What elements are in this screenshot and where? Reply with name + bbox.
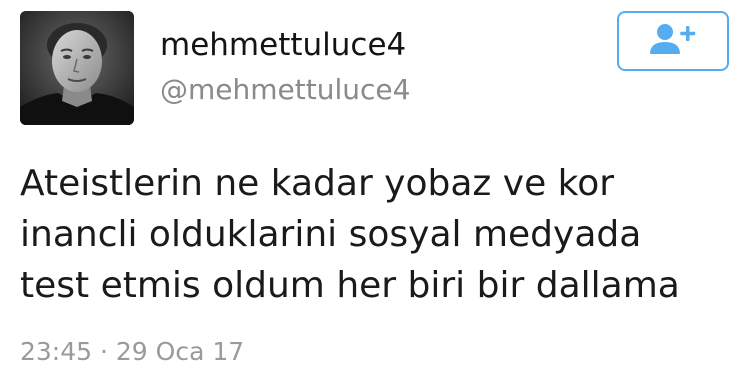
separator-dot: ·: [100, 337, 108, 366]
tweet-line: test etmis oldum her biri bir dallama: [20, 265, 680, 306]
tweet-date: 29 Oca 17: [115, 337, 245, 366]
tweet-timestamp[interactable]: 23:45 · 29 Oca 17: [20, 336, 244, 368]
tweet-line: inancli olduklarini sosyal medyada: [20, 214, 642, 255]
display-name[interactable]: mehmettuluce4: [160, 27, 406, 63]
profile-photo: [20, 11, 134, 125]
avatar[interactable]: [20, 11, 134, 125]
add-user-icon: [648, 22, 698, 60]
tweet-time: 23:45: [20, 337, 93, 366]
tweet-text: Ateistlerin ne kadar yobaz ve kor inancl…: [20, 158, 735, 311]
follow-button[interactable]: [617, 11, 729, 71]
user-handle[interactable]: @mehmettuluce4: [160, 73, 410, 107]
tweet-line: Ateistlerin ne kadar yobaz ve kor: [20, 163, 615, 204]
